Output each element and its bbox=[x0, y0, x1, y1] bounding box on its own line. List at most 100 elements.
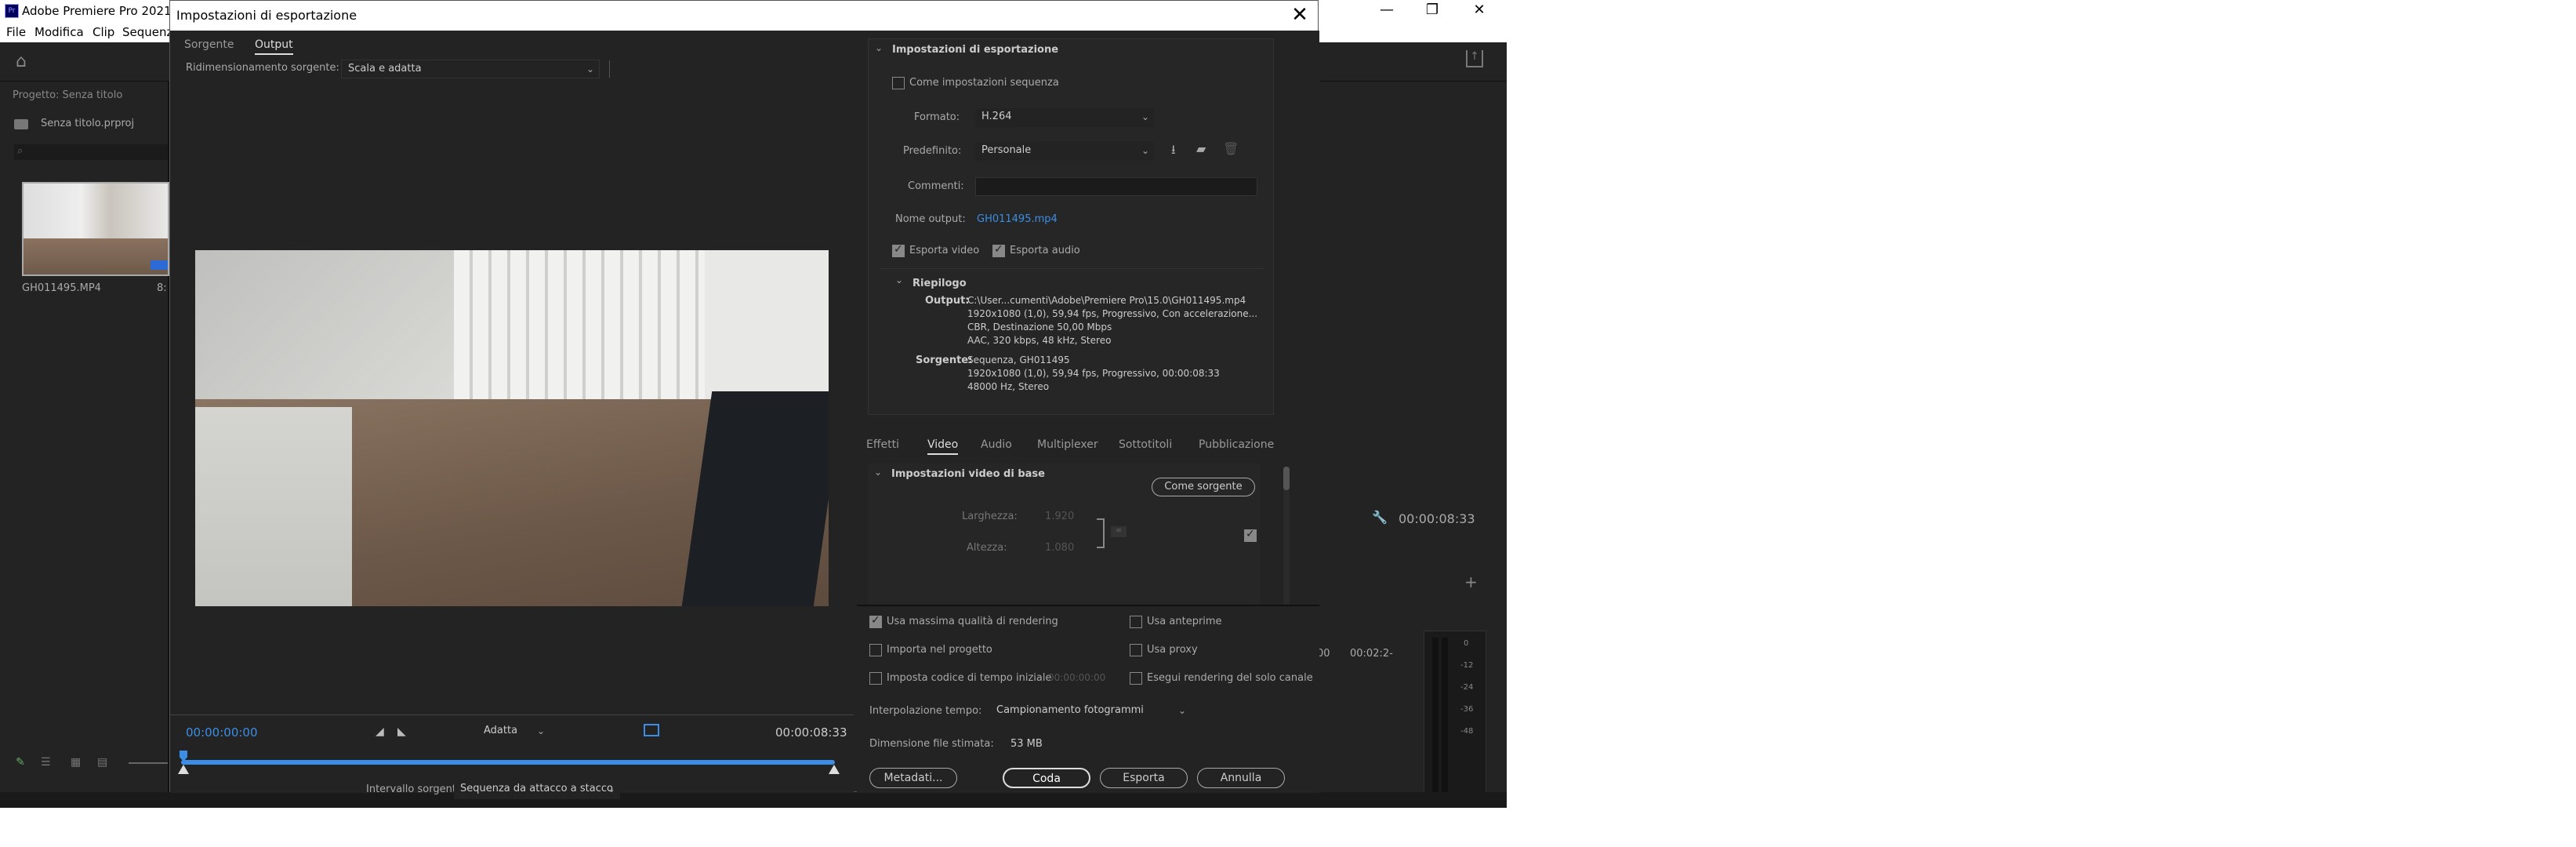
close-window-icon[interactable]: ✕ bbox=[1457, 0, 1502, 22]
tab-audio[interactable]: Audio bbox=[981, 438, 1012, 451]
comments-label: Commenti: bbox=[908, 180, 964, 192]
list-view-icon[interactable]: ✎ bbox=[16, 756, 25, 769]
dialog-close-icon[interactable]: ✕ bbox=[1288, 1, 1312, 31]
summary-divider bbox=[880, 268, 1264, 269]
summary-source-label: Sorgente: bbox=[916, 354, 973, 366]
clip-thumbnail[interactable] bbox=[22, 182, 169, 276]
menu-clip[interactable]: Clip bbox=[93, 25, 114, 39]
project-search-input[interactable]: ⌕ bbox=[14, 144, 168, 160]
import-preset-icon[interactable]: ▰ bbox=[1196, 141, 1206, 156]
current-timecode[interactable]: 00:00:00:00 bbox=[186, 725, 258, 740]
home-icon[interactable]: ⌂ bbox=[16, 52, 27, 71]
link-bracket bbox=[1097, 518, 1105, 548]
tab-video[interactable]: Video bbox=[927, 438, 959, 455]
tab-multiplexer[interactable]: Multiplexer bbox=[1037, 438, 1098, 451]
preview-pane: Sorgente Output Ridimensionamento sorgen… bbox=[170, 31, 854, 799]
menu-modifica[interactable]: Modifica bbox=[34, 25, 84, 39]
collapse-chevron-icon[interactable]: ⌄ bbox=[875, 42, 883, 53]
program-timecode: 00:00:08:33 bbox=[1399, 511, 1475, 526]
summary-chevron-icon[interactable]: ⌄ bbox=[895, 274, 903, 285]
render-alpha-only-label: Esegui rendering del solo canale bbox=[1147, 672, 1313, 684]
scrub-bar[interactable] bbox=[181, 760, 835, 765]
in-point-handle[interactable] bbox=[178, 765, 189, 774]
render-alpha-only-checkbox[interactable] bbox=[1130, 672, 1142, 685]
mark-out-icon[interactable]: ◣ bbox=[397, 725, 406, 738]
tab-output[interactable]: Output bbox=[255, 38, 293, 55]
delete-preset-icon[interactable]: 🗑 bbox=[1223, 141, 1239, 156]
use-proxies-checkbox[interactable] bbox=[1130, 644, 1142, 656]
export-video-checkbox[interactable] bbox=[892, 243, 905, 257]
fit-value: Adatta bbox=[484, 725, 518, 736]
preset-value: Personale bbox=[981, 144, 1032, 156]
project-tab[interactable]: Progetto: Senza titolo bbox=[13, 89, 122, 101]
import-into-project-checkbox[interactable] bbox=[869, 644, 882, 656]
meter-label-48: -48 bbox=[1460, 727, 1474, 736]
maximize-icon[interactable]: ❐ bbox=[1410, 0, 1455, 22]
minimize-icon[interactable]: — bbox=[1364, 0, 1410, 22]
share-icon[interactable]: ↑ bbox=[1466, 50, 1483, 67]
match-source-button[interactable]: Come sorgente bbox=[1152, 478, 1255, 496]
export-audio-label: Esporta audio bbox=[1010, 245, 1080, 256]
icon-view-icon[interactable]: ☰ bbox=[41, 756, 51, 769]
tab-effetti[interactable]: Effetti bbox=[866, 438, 899, 451]
tab-pubblicazione[interactable]: Pubblicazione bbox=[1199, 438, 1274, 451]
format-dropdown[interactable]: H.264 ⌄ bbox=[975, 108, 1154, 127]
chain-link-icon[interactable]: ∞ bbox=[1111, 526, 1127, 537]
time-interpolation-label: Interpolazione tempo: bbox=[869, 705, 982, 717]
start-timecode-value[interactable]: 00:00:00:00 bbox=[1048, 672, 1105, 683]
save-preset-icon[interactable]: ⭳ bbox=[1171, 141, 1176, 162]
output-name-label: Nome output: bbox=[895, 213, 966, 225]
add-button-icon[interactable]: + bbox=[1464, 573, 1478, 591]
height-label: Altezza: bbox=[967, 542, 1007, 554]
freeform-view-icon[interactable]: ▦ bbox=[71, 756, 81, 769]
output-name-link[interactable]: GH011495.mp4 bbox=[977, 213, 1058, 225]
cancel-button[interactable]: Annulla bbox=[1197, 768, 1285, 788]
export-settings-section: ⌄ Impostazioni di esportazione Come impo… bbox=[868, 38, 1274, 415]
preset-dropdown[interactable]: Personale ⌄ bbox=[975, 142, 1154, 161]
summary-source-line-1: Sequenza, GH011495 bbox=[967, 354, 1070, 365]
menu-sequenza[interactable]: Sequenz bbox=[122, 25, 172, 39]
source-range-value: Sequenza da attacco a stacco bbox=[460, 783, 613, 794]
source-scaling-value: Scala e adatta bbox=[348, 63, 422, 75]
audio-meter: 0 -12 -24 -36 -48 dB S S bbox=[1424, 631, 1486, 808]
source-scaling-dropdown[interactable]: Scala e adatta ⌄ bbox=[341, 60, 600, 78]
set-start-timecode-checkbox[interactable] bbox=[869, 672, 882, 685]
zoom-slider[interactable] bbox=[129, 762, 168, 764]
meter-label-36: -36 bbox=[1460, 705, 1474, 714]
use-proxies-label: Usa proxy bbox=[1147, 644, 1198, 656]
dialog-title: Impostazioni di esportazione bbox=[176, 8, 357, 23]
chevron-down-icon: ⌄ bbox=[1141, 145, 1149, 156]
comments-input[interactable] bbox=[975, 177, 1257, 196]
chevron-down-icon: ⌄ bbox=[536, 725, 545, 736]
match-source-checkbox[interactable] bbox=[1244, 528, 1257, 542]
queue-button[interactable]: Coda bbox=[1003, 768, 1090, 788]
summary-source-line-2: 1920x1080 (1,0), 59,94 fps, Progressivo,… bbox=[967, 368, 1220, 379]
wrench-icon[interactable]: 🔧 bbox=[1372, 510, 1388, 525]
fit-dropdown[interactable]: Adatta ⌄ bbox=[477, 722, 550, 741]
width-value[interactable]: 1.920 bbox=[1045, 511, 1074, 522]
import-into-project-label: Importa nel progetto bbox=[887, 644, 992, 656]
source-range-dropdown[interactable]: Sequenza da attacco a stacco ⌄ bbox=[454, 780, 620, 799]
menu-file[interactable]: File bbox=[6, 25, 26, 39]
export-button[interactable]: Esporta bbox=[1100, 768, 1188, 788]
aspect-ratio-icon[interactable] bbox=[644, 724, 659, 736]
sort-icon[interactable]: ▤ bbox=[97, 756, 107, 769]
height-value[interactable]: 1.080 bbox=[1045, 542, 1074, 554]
match-sequence-checkbox[interactable] bbox=[892, 77, 905, 89]
metadata-button[interactable]: Metadati... bbox=[869, 768, 957, 788]
tab-sottotitoli[interactable]: Sottotitoli bbox=[1119, 438, 1172, 451]
width-label: Larghezza: bbox=[962, 511, 1018, 522]
tab-sorgente[interactable]: Sorgente bbox=[184, 38, 234, 51]
mark-in-icon[interactable]: ◢ bbox=[376, 725, 384, 738]
source-scaling-label: Ridimensionamento sorgente: bbox=[186, 62, 339, 74]
set-start-timecode-label: Imposta codice di tempo iniziale bbox=[887, 672, 1052, 684]
premiere-logo-icon: Pr bbox=[5, 4, 19, 18]
time-interpolation-value: Campionamento fotogrammi bbox=[996, 704, 1144, 716]
time-interpolation-dropdown[interactable]: Campionamento fotogrammi ⌄ bbox=[990, 702, 1191, 721]
max-render-quality-checkbox[interactable] bbox=[869, 614, 882, 628]
use-previews-checkbox[interactable] bbox=[1130, 616, 1142, 628]
export-audio-checkbox[interactable] bbox=[992, 243, 1005, 257]
basic-video-chevron-icon[interactable]: ⌄ bbox=[874, 467, 882, 478]
out-point-handle[interactable] bbox=[829, 765, 840, 774]
settings-scrollbar[interactable] bbox=[1283, 467, 1290, 605]
